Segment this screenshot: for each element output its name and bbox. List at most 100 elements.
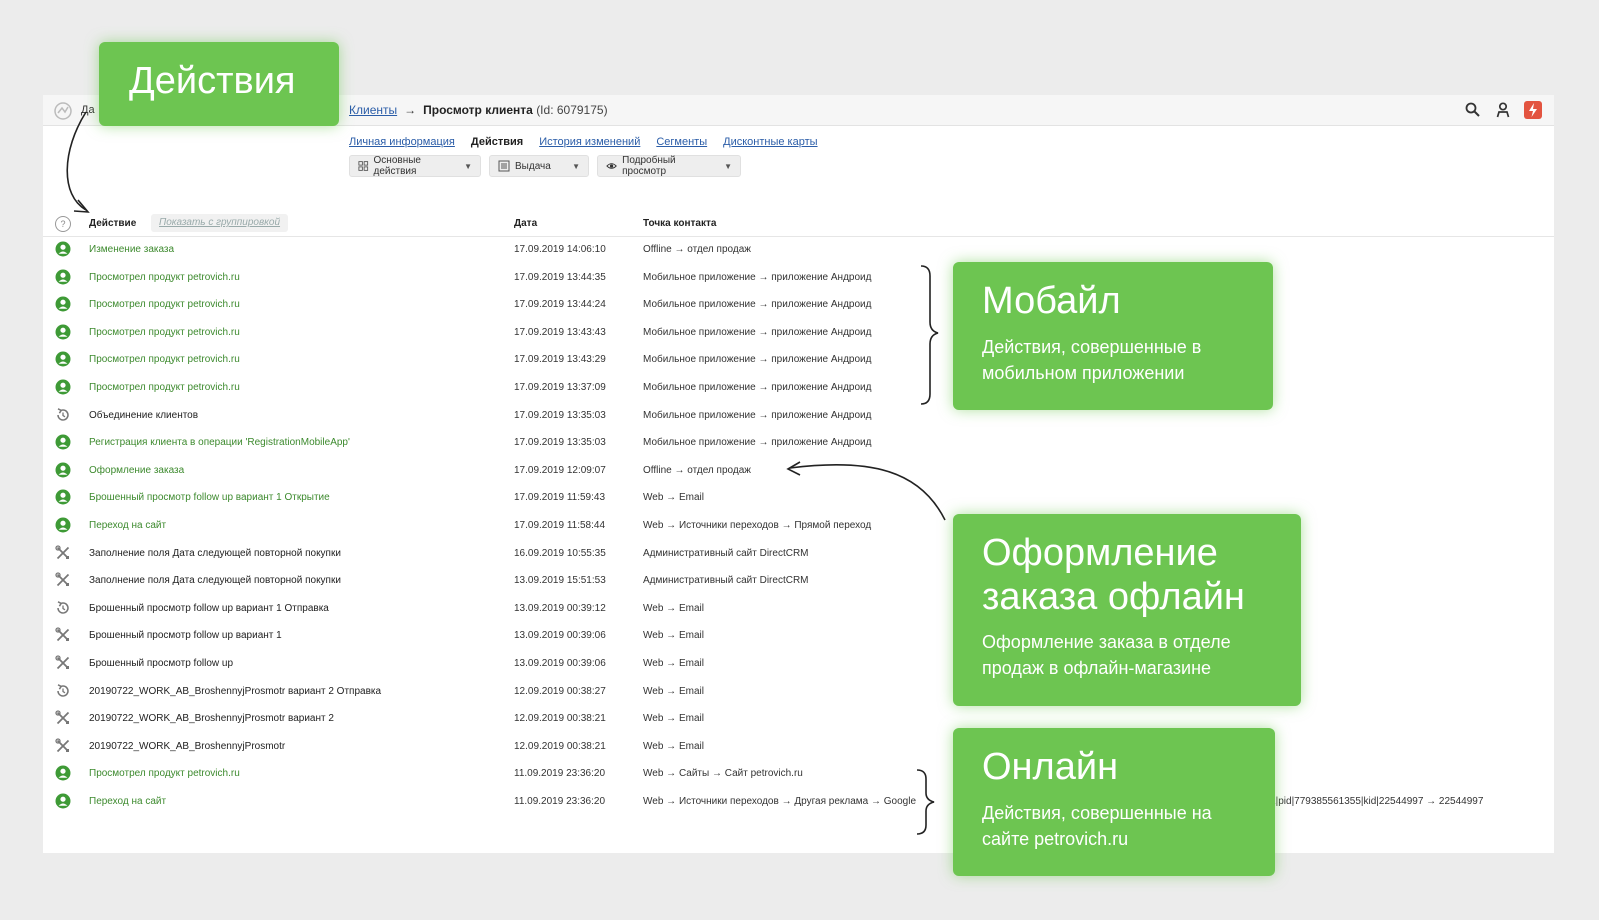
table-row: 20190722_WORK_AB_BroshennyjProsmotr 12.09… bbox=[43, 733, 1554, 761]
callout-offline-subtitle: Оформление заказа в отделе продаж в офла… bbox=[982, 632, 1231, 679]
row-action[interactable]: Изменение заказа bbox=[89, 244, 174, 255]
show-grouped-link[interactable]: Показать с группировкой bbox=[151, 214, 289, 232]
chevron-down-icon: ▼ bbox=[464, 161, 472, 171]
table-header: ? Действие Показать с группировкой Дата … bbox=[43, 212, 1554, 237]
user-icon bbox=[55, 379, 71, 395]
row-contact: Административный сайт DirectCRM bbox=[643, 575, 809, 587]
row-action: 20190722_WORK_AB_BroshennyjProsmotr вари… bbox=[89, 685, 382, 697]
row-contact: Web → Источники переходов → Прямой перех… bbox=[643, 519, 872, 531]
user-icon bbox=[55, 351, 71, 367]
row-action[interactable]: Просмотрел продукт petrovich.ru bbox=[89, 354, 240, 365]
row-action[interactable]: Просмотрел продукт petrovich.ru bbox=[89, 382, 240, 393]
row-date: 17.09.2019 13:44:35 bbox=[514, 271, 606, 283]
row-date: 17.09.2019 11:58:44 bbox=[514, 519, 606, 531]
user-icon bbox=[55, 462, 71, 478]
row-action: Брошенный просмотр follow up вариант 1 О… bbox=[89, 602, 329, 614]
callout-online-subtitle: Действия, совершенные на сайте petrovich… bbox=[982, 802, 1212, 849]
sync-icon bbox=[55, 600, 71, 616]
chevron-down-icon: ▼ bbox=[724, 161, 732, 171]
logo-icon[interactable] bbox=[53, 101, 73, 121]
row-action[interactable]: Регистрация клиента в операции 'Registra… bbox=[89, 437, 350, 448]
row-action[interactable]: Просмотрел продукт petrovich.ru bbox=[89, 327, 240, 338]
output-dropdown[interactable]: Выдача ▼ bbox=[489, 155, 589, 177]
row-action[interactable]: Брошенный просмотр follow up вариант 1 О… bbox=[89, 492, 330, 503]
tab-actions[interactable]: Действия bbox=[471, 136, 523, 148]
tab-change-history[interactable]: История изменений bbox=[539, 136, 640, 148]
breadcrumb-clients-link[interactable]: Клиенты bbox=[349, 103, 397, 117]
table-row: Переход на сайт 11.09.2019 23:36:20 Web → … bbox=[43, 788, 1554, 816]
row-action: Брошенный просмотр follow up bbox=[89, 657, 234, 669]
row-contact: Offline → отдел продаж bbox=[643, 244, 751, 255]
user-icon bbox=[55, 434, 71, 450]
row-action[interactable]: Просмотрел продукт petrovich.ru bbox=[89, 272, 240, 283]
column-header-date: Дата bbox=[514, 218, 538, 229]
tools-icon bbox=[55, 627, 71, 643]
row-action: Брошенный просмотр follow up вариант 1 bbox=[89, 630, 282, 642]
row-contact: Мобильное приложение → приложение Андрои… bbox=[643, 381, 872, 393]
row-date: 13.09.2019 00:39:12 bbox=[514, 602, 606, 614]
flash-icon[interactable] bbox=[1524, 101, 1542, 119]
row-date: 12.09.2019 00:38:27 bbox=[514, 685, 606, 697]
table-row: Просмотрел продукт petrovich.ru 17.09.201… bbox=[43, 374, 1554, 402]
row-date: 17.09.2019 11:59:43 bbox=[514, 492, 606, 504]
row-contact: Web → Email bbox=[643, 602, 704, 614]
output-label: Выдача bbox=[515, 160, 551, 172]
tools-icon bbox=[55, 572, 71, 588]
row-action: Объединение клиентов bbox=[89, 409, 199, 421]
help-icon[interactable]: ? bbox=[55, 216, 71, 232]
tab-discount-cards[interactable]: Дисконтные карты bbox=[723, 136, 817, 148]
tools-icon bbox=[55, 738, 71, 754]
user-icon bbox=[55, 489, 71, 505]
user-icon bbox=[55, 269, 71, 285]
user-icon bbox=[55, 324, 71, 340]
main-actions-dropdown[interactable]: Основные действия ▼ bbox=[349, 155, 481, 177]
row-date: 13.09.2019 00:39:06 bbox=[514, 630, 606, 642]
row-action[interactable]: Переход на сайт bbox=[89, 520, 166, 531]
row-contact: Мобильное приложение → приложение Андрои… bbox=[643, 271, 872, 283]
callout-online-title: Онлайн bbox=[982, 746, 1119, 788]
table-row: Заполнение поля Дата следующей повторной… bbox=[43, 567, 1554, 595]
tab-personal-info[interactable]: Личная информация bbox=[349, 136, 455, 148]
row-date: 17.09.2019 13:43:43 bbox=[514, 326, 606, 338]
row-action[interactable]: Просмотрел продукт petrovich.ru bbox=[89, 768, 240, 779]
column-header-action: Действие bbox=[89, 218, 137, 229]
row-action[interactable]: Просмотрел продукт petrovich.ru bbox=[89, 299, 240, 310]
client-id: (Id: 6079175) bbox=[536, 103, 608, 117]
callout-offline-title: Оформление заказа офлайн bbox=[982, 532, 1245, 618]
eye-icon bbox=[606, 163, 617, 169]
user-icon[interactable] bbox=[1494, 101, 1512, 119]
row-action: Заполнение поля Дата следующей повторной… bbox=[89, 547, 341, 559]
table-row: Объединение клиентов 17.09.2019 13:35:03 М… bbox=[43, 402, 1554, 430]
row-date: 17.09.2019 13:43:29 bbox=[514, 354, 606, 366]
filters: Основные действия ▼ Выдача ▼ Подробный п… bbox=[349, 155, 741, 177]
row-action[interactable]: Переход на сайт bbox=[89, 796, 166, 807]
row-date: 12.09.2019 00:38:21 bbox=[514, 740, 606, 752]
row-contact: Web → Email bbox=[643, 740, 704, 752]
row-contact: Мобильное приложение → приложение Андрои… bbox=[643, 299, 872, 311]
detailed-view-dropdown[interactable]: Подробный просмотр ▼ bbox=[597, 155, 741, 177]
user-icon bbox=[55, 765, 71, 781]
table-row: Просмотрел продукт petrovich.ru 17.09.201… bbox=[43, 346, 1554, 374]
table-row: Оформление заказа 17.09.2019 12:09:07 Offl… bbox=[43, 457, 1554, 485]
row-date: 12.09.2019 00:38:21 bbox=[514, 713, 606, 725]
table-row: Брошенный просмотр follow up вариант 1 О… bbox=[43, 484, 1554, 512]
table-row: Регистрация клиента в операции 'Registra… bbox=[43, 429, 1554, 457]
table-row: Просмотрел продукт petrovich.ru 17.09.201… bbox=[43, 291, 1554, 319]
client-view-panel: Да Клиенты → Просмотр клиента (Id: 6079175… bbox=[43, 95, 1554, 853]
column-header-contact: Точка контакта bbox=[643, 218, 717, 229]
tab-segments[interactable]: Сегменты bbox=[656, 136, 707, 148]
row-action[interactable]: Оформление заказа bbox=[89, 465, 184, 476]
list-icon bbox=[498, 160, 510, 172]
chevron-down-icon: ▼ bbox=[572, 161, 580, 171]
search-icon[interactable] bbox=[1464, 101, 1482, 119]
row-contact: Web → Email bbox=[643, 685, 704, 697]
table-row: Просмотрел продукт petrovich.ru 17.09.201… bbox=[43, 319, 1554, 347]
table-row: 20190722_WORK_AB_BroshennyjProsmotr вари… bbox=[43, 705, 1554, 733]
row-contact: Offline → отдел продаж bbox=[643, 464, 751, 476]
row-contact: Web → Сайты → Сайт petrovich.ru bbox=[643, 768, 803, 780]
breadcrumb: Клиенты → Просмотр клиента (Id: 6079175) bbox=[349, 103, 608, 117]
breadcrumb-current: Просмотр клиента bbox=[423, 103, 533, 117]
row-date: 17.09.2019 12:09:07 bbox=[514, 464, 606, 476]
row-date: 11.09.2019 23:36:20 bbox=[514, 795, 606, 807]
row-action: 20190722_WORK_AB_BroshennyjProsmotr bbox=[89, 740, 286, 752]
